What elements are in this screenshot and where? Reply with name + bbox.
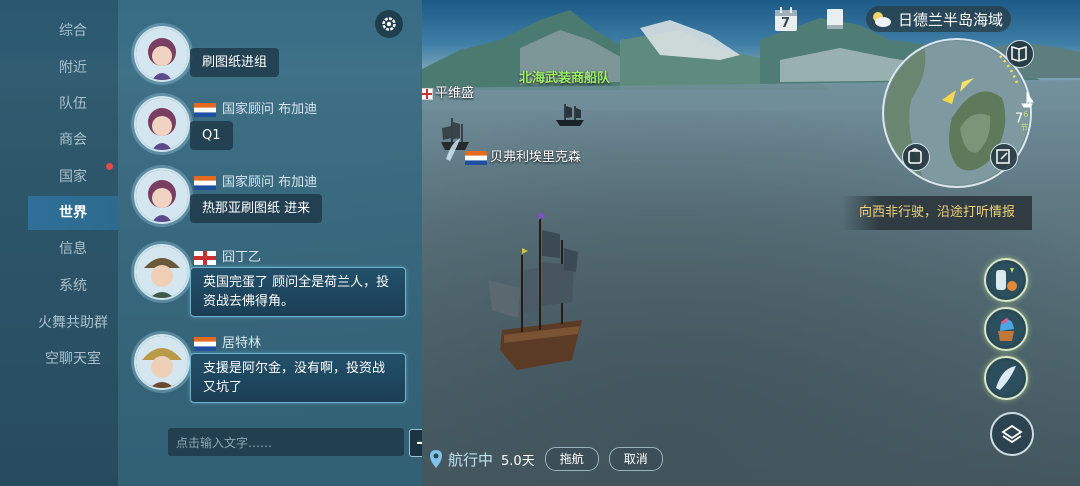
channel-system[interactable]: 系统 bbox=[28, 269, 118, 303]
book-icon bbox=[1011, 46, 1027, 62]
trade-goods-button[interactable] bbox=[984, 307, 1028, 351]
fleet-name-label[interactable]: 北海武装商船队 bbox=[519, 67, 610, 86]
avatar[interactable] bbox=[134, 96, 190, 152]
location-pin-icon bbox=[430, 450, 442, 468]
fish-icon bbox=[996, 366, 1016, 390]
distant-ship[interactable] bbox=[553, 100, 587, 128]
notification-dot bbox=[106, 163, 113, 170]
layers-button[interactable] bbox=[990, 412, 1034, 456]
channel-all[interactable]: 综合 bbox=[28, 14, 118, 48]
channel-team[interactable]: 队伍 bbox=[28, 87, 118, 121]
notes-button[interactable] bbox=[990, 143, 1018, 171]
chat-channel-list: 综合 附近 队伍 商会 国家 世界 信息 系统 火舞共助群 空聊天室 bbox=[0, 0, 118, 486]
backpack-icon bbox=[908, 148, 922, 164]
quest-tracker[interactable]: 向西非行驶，沿途打听情报 bbox=[842, 196, 1032, 230]
calendar-day: 7 bbox=[781, 16, 791, 31]
channel-world[interactable]: 世界 bbox=[28, 196, 118, 230]
tow-button[interactable]: 拖航 bbox=[544, 447, 599, 471]
add-button[interactable] bbox=[409, 429, 422, 457]
backpack-button[interactable] bbox=[902, 143, 930, 171]
fishing-button[interactable] bbox=[984, 356, 1028, 400]
plus-icon bbox=[417, 437, 422, 449]
message-text: 刷图纸进组 bbox=[190, 48, 280, 77]
sender-name: 居特林 bbox=[222, 336, 262, 351]
sailing-days: 5.0天 bbox=[501, 453, 535, 469]
region-name: 日德兰半岛海域 bbox=[898, 10, 1004, 29]
chat-input[interactable]: 点击输入文字…… 0 bbox=[168, 428, 422, 456]
message-text: Q1 bbox=[190, 121, 233, 150]
channel-nation[interactable]: 国家 bbox=[28, 160, 118, 194]
message-text: 支援是阿尔金，没有啊，投资战又坑了 bbox=[190, 353, 406, 403]
wind-speed-fraction: 6 bbox=[1023, 110, 1029, 119]
channel-guild[interactable]: 商会 bbox=[28, 123, 118, 157]
sailing-status: 航行中 bbox=[448, 450, 494, 469]
layers-icon bbox=[1001, 424, 1023, 444]
netherlands-flag bbox=[194, 175, 216, 190]
sender-name: 国家顾问 布加迪 bbox=[222, 175, 318, 190]
message-text: 热那亚刷图纸 进来 bbox=[190, 194, 323, 223]
channel-chatroom[interactable]: 空聊天室 bbox=[28, 342, 118, 376]
chat-input-placeholder: 点击输入文字…… bbox=[176, 436, 273, 450]
sender-name: 囧丁乙 bbox=[222, 250, 262, 265]
settings-button[interactable] bbox=[375, 10, 403, 38]
map-book-button[interactable] bbox=[1006, 40, 1034, 68]
player-ship[interactable] bbox=[482, 210, 592, 375]
wind-speed: 76 节 bbox=[1015, 110, 1028, 133]
england-flag bbox=[194, 250, 216, 265]
potted-plant-icon bbox=[998, 317, 1014, 341]
avatar[interactable] bbox=[134, 168, 190, 224]
sender-row[interactable]: 居特林 bbox=[194, 332, 262, 351]
england-flag bbox=[421, 87, 433, 100]
channel-nearby[interactable]: 附近 bbox=[28, 51, 118, 85]
sender-row[interactable]: 囧丁乙 bbox=[194, 246, 262, 265]
fish-icon bbox=[446, 139, 460, 161]
chat-panel: 刷图纸进组 国家顾问 布加迪 Q1 国家顾问 布加迪 热那亚刷图纸 进来 囧丁乙… bbox=[118, 0, 422, 486]
avatar[interactable] bbox=[134, 244, 190, 300]
nearby-player-label[interactable]: 平维盛 bbox=[421, 82, 474, 101]
netherlands-flag bbox=[465, 150, 487, 165]
avatar[interactable] bbox=[134, 26, 190, 82]
avatar[interactable] bbox=[134, 334, 190, 390]
netherlands-flag bbox=[194, 102, 216, 117]
sailing-status-bar: 航行中 5.0天 拖航 取消 bbox=[428, 446, 678, 472]
gear-icon bbox=[382, 17, 396, 31]
cancel-button[interactable]: 取消 bbox=[608, 447, 663, 471]
ship-owner-name: 贝弗利埃里克森 bbox=[490, 150, 582, 165]
netherlands-flag bbox=[194, 336, 216, 351]
supplies-button[interactable] bbox=[984, 258, 1028, 302]
message-text: 英国完蛋了 顾问全是荷兰人，投资战去佛得角。 bbox=[190, 267, 406, 317]
sender-row[interactable]: 国家顾问 布加迪 bbox=[194, 171, 318, 190]
channel-info[interactable]: 信息 bbox=[28, 232, 118, 266]
journal-icon[interactable] bbox=[824, 7, 846, 31]
pencil-note-icon bbox=[996, 149, 1010, 164]
weather-sun-cloud-icon bbox=[873, 12, 891, 27]
ship-owner-label[interactable]: 贝弗利埃里克森 bbox=[465, 146, 581, 165]
supplies-bottle-icon bbox=[996, 268, 1017, 291]
sail-wind-icon bbox=[1021, 91, 1034, 108]
sender-name: 国家顾问 布加迪 bbox=[222, 102, 318, 117]
calendar-button[interactable]: 7 bbox=[774, 6, 798, 36]
channel-group[interactable]: 火舞共助群 bbox=[28, 306, 118, 340]
sender-row[interactable]: 国家顾问 布加迪 bbox=[194, 98, 318, 117]
nearby-player-name: 平维盛 bbox=[435, 86, 475, 101]
region-indicator[interactable]: 日德兰半岛海域 bbox=[866, 6, 1012, 32]
